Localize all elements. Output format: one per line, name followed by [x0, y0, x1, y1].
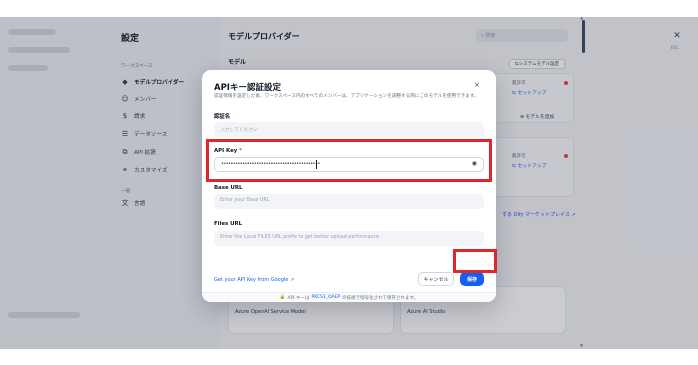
- pkcs-link[interactable]: PKCS1_OAEP: [312, 295, 341, 300]
- external-link-icon: ↗: [289, 277, 295, 283]
- close-settings-button[interactable]: ✕: [669, 28, 685, 44]
- api-key-auth-dialog: APIキー認証設定 × 認証情報を設定した後、ワークスペース内のすべてのメンバー…: [202, 70, 496, 302]
- lock-icon: 🔒: [279, 295, 286, 300]
- footer-suffix: の技術で暗号化されて保存されます。: [342, 295, 419, 301]
- close-icon: ×: [474, 81, 480, 89]
- text-caret: [316, 160, 317, 169]
- close-icon: ✕: [673, 31, 681, 41]
- google-link-label: Get your API Key from Google: [214, 277, 289, 283]
- files-url-input[interactable]: Enter the Local FILES URL prefix to get …: [214, 231, 484, 246]
- app-window: 設定 ワークスペース ◆ モデルプロバイダー ☺ メンバー $ 請求 ☰ データ…: [0, 17, 698, 349]
- auth-name-label: 認証名: [214, 114, 231, 120]
- save-button[interactable]: 保存: [460, 272, 484, 286]
- cancel-button[interactable]: キャンセル: [418, 272, 454, 286]
- google-api-key-link[interactable]: Get your API Key from Google ↗: [214, 277, 294, 283]
- required-mark: *: [239, 148, 242, 154]
- api-key-input[interactable]: ••••••••••••••••••••••••••••••••••••••••…: [214, 157, 484, 172]
- auth-name-input[interactable]: 入力してください: [214, 122, 484, 137]
- dialog-footer: 🔒 API キーは PKCS1_OAEP の技術で暗号化されて保存されます。: [202, 292, 496, 302]
- api-key-value: ••••••••••••••••••••••••••••••••••••••••…: [221, 161, 320, 167]
- files-url-label: Files URL: [214, 221, 243, 227]
- footer-prefix: API キーは: [287, 295, 310, 301]
- dialog-description: 認証情報を設定した後、ワークスペース内のすべてのメンバーは、アプリケーションを調…: [214, 94, 479, 99]
- scrollbar[interactable]: [582, 20, 585, 53]
- api-key-label-text: API Key: [214, 148, 238, 154]
- show-password-eye-icon[interactable]: ◉: [472, 160, 477, 167]
- api-key-label: API Key *: [214, 148, 242, 154]
- base-url-placeholder: Enter your Base URL: [220, 198, 270, 203]
- base-url-label: Base URL: [214, 185, 243, 191]
- base-url-input[interactable]: Enter your Base URL: [214, 194, 484, 209]
- files-url-placeholder: Enter the Local FILES URL prefix to get …: [220, 235, 380, 240]
- dialog-close-button[interactable]: ×: [474, 81, 480, 89]
- auth-name-placeholder: 入力してください: [220, 128, 259, 133]
- dialog-title: APIキー認証設定: [214, 83, 281, 93]
- esc-hint: ESC: [671, 45, 679, 50]
- scroll-down-arrow-icon[interactable]: ▼: [580, 343, 583, 348]
